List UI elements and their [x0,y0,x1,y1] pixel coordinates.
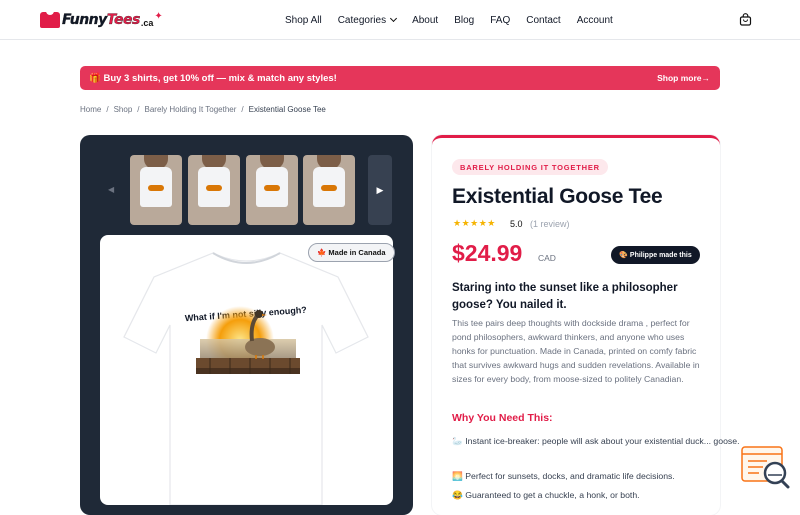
product-tagline: Staring into the sunset like a philosoph… [452,282,678,311]
shop-more-link[interactable]: Shop more→ [657,73,710,83]
designer-badge[interactable]: 🎨 Philippe made this [611,246,700,264]
product-description: This tee pairs deep thoughts with docksi… [452,318,700,384]
gallery-thumbnail[interactable] [246,155,298,225]
search-help-widget-icon[interactable] [741,445,791,489]
gallery-next-button[interactable]: ▶ [368,155,392,225]
main-nav: Shop All Categories About Blog FAQ Conta… [285,0,629,40]
product-title: Existential Goose Tee [452,185,663,208]
collection-tag[interactable]: BARELY HOLDING IT TOGETHER [452,159,608,175]
breadcrumb-separator: / [106,105,109,114]
benefit-item: 😂 Guaranteed to get a chuckle, a honk, o… [452,490,640,500]
breadcrumb-collection[interactable]: Barely Holding It Together [145,105,237,114]
gallery-thumbnail[interactable] [188,155,240,225]
breadcrumb-shop[interactable]: Shop [114,105,133,114]
gallery-prev-button[interactable]: ◀ [108,185,114,194]
rating-value: 5.0 [510,219,523,229]
tshirt-image: What if I'm not silly enough? [123,252,369,505]
nav-account[interactable]: Account [577,15,613,26]
tshirt-logo-icon [40,10,60,28]
main-product-image[interactable]: What if I'm not silly enough? [100,235,393,505]
logo-text: FunnyTees [62,12,141,28]
benefit-item: 🦢 Instant ice-breaker: people will ask a… [452,436,740,446]
breadcrumb-separator: / [137,105,140,114]
promo-banner: 🎁 Buy 3 shirts, get 10% off — mix & matc… [80,66,720,90]
nav-faq[interactable]: FAQ [490,15,510,26]
why-heading: Why You Need This: [452,412,553,424]
nav-categories-label: Categories [337,14,387,26]
breadcrumb-separator: / [241,105,244,114]
breadcrumb-home[interactable]: Home [80,105,101,114]
product-price: $24.99 [452,240,523,266]
chevron-down-icon [390,14,398,23]
logo-suffix: .ca [140,17,154,28]
gallery-thumbnail[interactable] [130,155,182,225]
gallery-thumbnail[interactable] [303,155,355,225]
made-in-canada-badge: 🍁 Made in Canada [308,243,395,262]
site-logo[interactable]: FunnyTees .ca ✦ [40,9,163,31]
shopping-bag-icon[interactable] [739,13,752,26]
nav-categories[interactable]: Categories [337,14,398,26]
review-count-link[interactable]: (1 review) [530,219,570,229]
nav-shop-all[interactable]: Shop All [285,15,322,26]
maple-leaf-icon: ✦ [154,10,163,22]
promo-text: 🎁 Buy 3 shirts, get 10% off — mix & matc… [89,72,337,84]
star-rating-icon: ★★★★★ [453,218,496,228]
breadcrumb: Home / Shop / Barely Holding It Together… [80,105,326,114]
nav-about[interactable]: About [412,15,438,26]
price-currency: CAD [538,253,556,263]
site-header: FunnyTees .ca ✦ Shop All Categories Abou… [0,0,800,40]
nav-blog[interactable]: Blog [454,15,474,26]
breadcrumb-current: Existential Goose Tee [248,105,326,114]
benefit-item: 🌅 Perfect for sunsets, docks, and dramat… [452,471,675,481]
nav-contact[interactable]: Contact [526,15,560,26]
